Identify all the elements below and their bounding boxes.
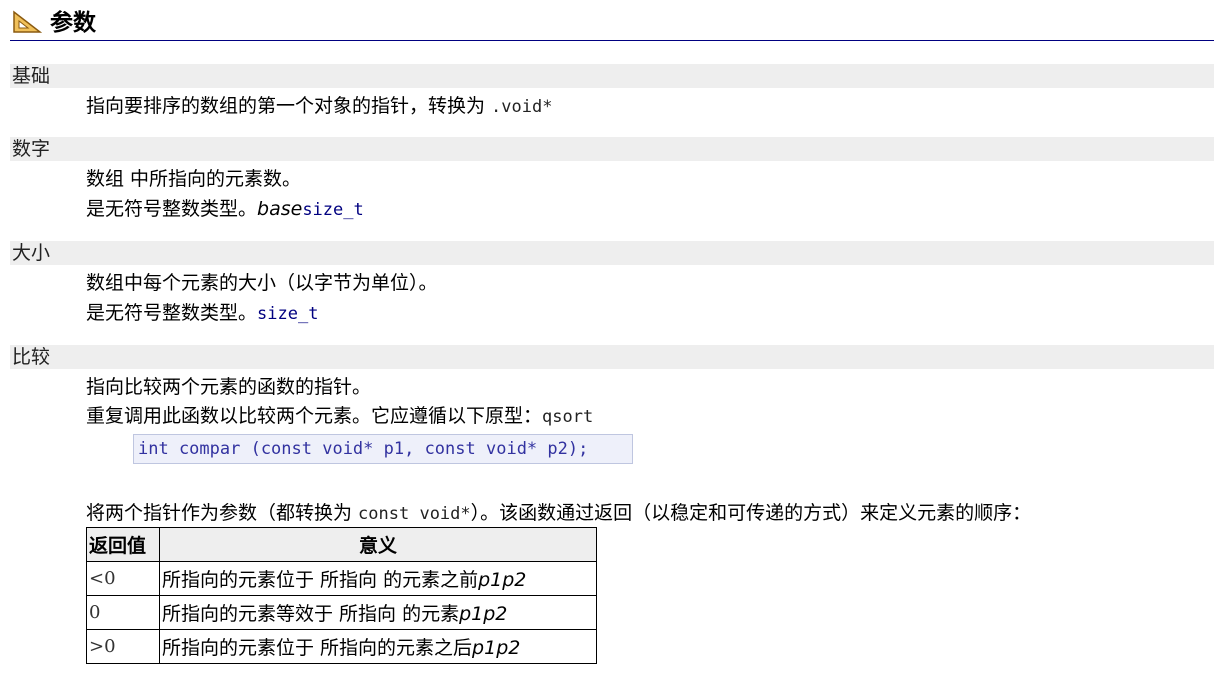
param-description: 数组 中所指向的元素数。	[86, 168, 302, 190]
table-row: >0 所指向的元素位于 所指向的元素之后p1p2	[86, 629, 597, 664]
param-name: 比较	[12, 346, 51, 368]
inline-code: .void*	[491, 97, 553, 117]
param-description: 指向要排序的数组的第一个对象的指针，转换为 .void*	[86, 95, 553, 117]
param-description: 将两个指针作为参数（都转换为 const void*）。该函数通过返回（以稳定和…	[86, 502, 1032, 524]
param-bar-compar: 比较	[10, 345, 1214, 369]
param-description: 指向比较两个元素的函数的指针。	[86, 376, 372, 398]
inline-code: qsort	[542, 407, 594, 427]
param-name: 基础	[12, 65, 51, 87]
param-bar-num: 数字	[10, 137, 1214, 161]
section-header: 参数	[10, 6, 1214, 41]
return-value-cell: <0	[86, 561, 160, 596]
meaning-cell: 所指向的元素等效于 所指向 的元素p1p2	[159, 595, 597, 630]
italic-term: base	[257, 198, 303, 220]
return-value-cell: 0	[86, 595, 160, 630]
type-link[interactable]: size_t	[257, 304, 318, 324]
param-name: 数字	[12, 138, 51, 160]
param-bar-base: 基础	[10, 64, 1214, 88]
column-header: 意义	[159, 527, 597, 562]
type-link[interactable]: size_t	[302, 200, 363, 220]
section-title: 参数	[50, 10, 96, 36]
meaning-cell: 所指向的元素位于 所指向的元素之后p1p2	[159, 629, 597, 664]
param-bar-size: 大小	[10, 241, 1214, 265]
meaning-cell: 所指向的元素位于 所指向 的元素之前p1p2	[159, 561, 597, 596]
param-description: 重复调用此函数以比较两个元素。它应遵循以下原型：qsort	[86, 405, 594, 427]
table-row: <0 所指向的元素位于 所指向 的元素之前p1p2	[86, 561, 597, 596]
param-description: 是无符号整数类型。size_t	[86, 302, 319, 324]
set-square-icon	[13, 10, 42, 33]
table-row: 0 所指向的元素等效于 所指向 的元素p1p2	[86, 595, 597, 630]
table-header-row: 返回值 意义	[86, 527, 597, 562]
param-name: 大小	[12, 242, 51, 264]
param-description: 数组中每个元素的大小（以字节为单位）。	[86, 272, 438, 294]
return-value-table: 返回值 意义 <0 所指向的元素位于 所指向 的元素之前p1p2 0 所指向的元…	[86, 527, 597, 664]
inline-code: const void*	[358, 504, 471, 524]
prototype-code-box: int compar (const void* p1, const void* …	[133, 434, 633, 464]
return-value-cell: >0	[86, 629, 160, 664]
column-header: 返回值	[86, 527, 160, 562]
param-description: 是无符号整数类型。basesize_t	[86, 198, 364, 220]
